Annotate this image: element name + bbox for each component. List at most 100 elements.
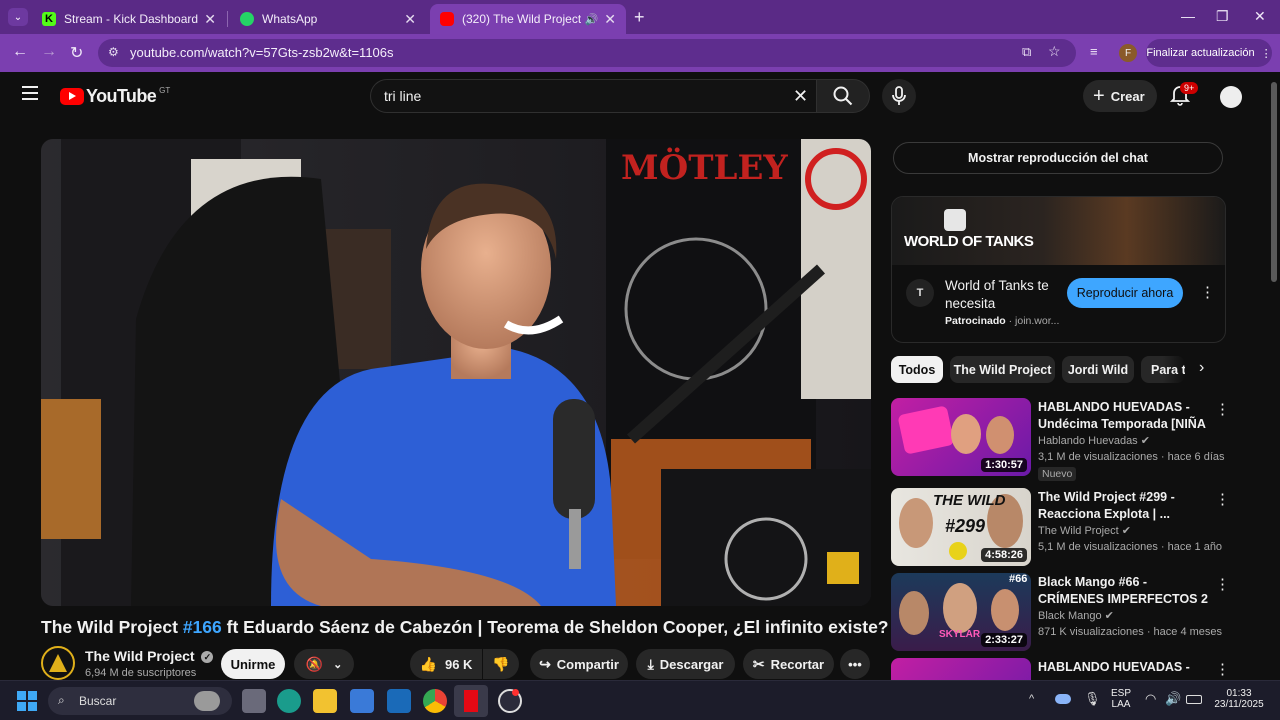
file-explorer-icon[interactable] xyxy=(313,689,337,713)
channel-name[interactable]: Black Mango ✔ xyxy=(1038,609,1114,622)
channel-name[interactable]: The Wild Project ✔ xyxy=(1038,524,1131,537)
join-button[interactable]: Unirme xyxy=(221,649,285,679)
tab-whatsapp[interactable]: WhatsApp ✕ xyxy=(230,4,426,34)
scrollbar-thumb[interactable] xyxy=(1271,82,1277,282)
video-title[interactable]: The Wild Project #299 - Reacciona Explot… xyxy=(1038,489,1208,522)
channel-name-text: Black Mango xyxy=(1038,610,1102,622)
back-icon[interactable]: ← xyxy=(12,43,28,61)
reload-icon[interactable]: ↻ xyxy=(70,43,83,63)
tab-youtube[interactable]: (320) The Wild Project #166 🔊 ✕ xyxy=(430,4,626,34)
close-tab-icon[interactable]: ✕ xyxy=(604,11,616,28)
close-window-icon[interactable]: ✕ xyxy=(1254,8,1266,25)
channel-name[interactable]: The Wild Project ✓ xyxy=(85,648,214,664)
video-thumbnail[interactable]: #66 SKYLAR 2:33:27 xyxy=(891,573,1031,651)
more-vert-icon[interactable]: ⋮ xyxy=(1215,660,1226,678)
menu-icon[interactable] xyxy=(22,86,38,100)
list-item[interactable]: HABLANDO HUEVADAS - ⋮ xyxy=(891,658,1226,680)
title-hashtag-link[interactable]: #166 xyxy=(183,617,222,637)
chip-todos[interactable]: Todos xyxy=(891,356,943,383)
url-text: youtube.com/watch?v=57Gts-zsb2w&t=1106s xyxy=(130,45,394,60)
profile-avatar[interactable]: F xyxy=(1119,44,1137,62)
video-player[interactable]: MÖTLEY xyxy=(41,139,871,606)
search-button[interactable] xyxy=(816,79,870,113)
chip-para-ti[interactable]: Para ti xyxy=(1141,356,1185,383)
battery-icon[interactable] xyxy=(1186,695,1202,704)
volume-icon[interactable]: 🔊 xyxy=(1165,691,1181,707)
chip-the-wild-project[interactable]: The Wild Project xyxy=(950,356,1055,383)
list-item[interactable]: 1:30:57 HABLANDO HUEVADAS - Undécima Tem… xyxy=(891,398,1230,481)
outlook-icon[interactable] xyxy=(387,689,411,713)
page-scrollbar[interactable] xyxy=(1268,72,1280,680)
new-tab-button[interactable]: + xyxy=(634,7,645,28)
forward-icon[interactable]: → xyxy=(41,43,57,61)
ad-cta-button[interactable]: Reproducir ahora xyxy=(1067,278,1183,308)
edge-icon[interactable] xyxy=(277,689,301,713)
dislike-button[interactable]: 👎 xyxy=(483,649,519,679)
voice-search-button[interactable] xyxy=(882,79,916,113)
video-title[interactable]: Black Mango #66 - CRÍMENES IMPERFECTOS 2… xyxy=(1038,574,1208,608)
address-bar[interactable]: ⚙ youtube.com/watch?v=57Gts-zsb2w&t=1106… xyxy=(98,39,1076,67)
onedrive-icon[interactable] xyxy=(1055,694,1071,704)
task-view-icon[interactable] xyxy=(242,689,266,713)
close-tab-icon[interactable]: ✕ xyxy=(404,11,416,28)
subscribed-notifications-button[interactable]: 🔕 ⌄ xyxy=(294,649,354,679)
download-icon: ⤓ xyxy=(647,655,654,672)
channel-avatar[interactable] xyxy=(41,646,75,680)
tab-search-button[interactable]: ⌄ xyxy=(8,8,28,26)
download-button[interactable]: ⤓ Descargar xyxy=(636,649,735,679)
chip-jordi-wild[interactable]: Jordi Wild xyxy=(1062,356,1134,383)
youtube-logo[interactable]: YouTube GT xyxy=(60,86,170,107)
video-thumbnail[interactable]: 1:30:57 xyxy=(891,398,1031,476)
channel-name[interactable]: Hablando Huevadas ✔ xyxy=(1038,434,1150,447)
like-button[interactable]: 👍 96 K xyxy=(410,649,482,679)
reading-list-icon[interactable]: ≡ xyxy=(1090,44,1098,59)
language-indicator[interactable]: ESP LAA xyxy=(1107,688,1135,710)
show-chat-replay-button[interactable]: Mostrar reproducción del chat xyxy=(893,142,1223,174)
sponsored-ad-card[interactable]: WORLD OF TANKS T World of Tanks te neces… xyxy=(891,196,1226,343)
show-hidden-icons[interactable]: ^ xyxy=(1029,693,1034,705)
more-menu-icon[interactable]: ⋮ xyxy=(1261,47,1272,60)
close-tab-icon[interactable]: ✕ xyxy=(204,11,216,28)
video-duration: 1:30:57 xyxy=(981,458,1027,472)
video-frame-image: MÖTLEY xyxy=(41,139,871,606)
video-thumbnail[interactable]: THE WILD #299 4:58:26 xyxy=(891,488,1031,566)
windows-start-icon[interactable] xyxy=(17,691,37,711)
restore-icon[interactable]: ❐ xyxy=(1216,8,1229,25)
list-item[interactable]: #66 SKYLAR 2:33:27 Black Mango #66 - CRÍ… xyxy=(891,573,1230,653)
taskbar-search-input[interactable]: ⌕ Buscar xyxy=(48,687,232,715)
list-item[interactable]: THE WILD #299 4:58:26 The Wild Project #… xyxy=(891,488,1230,568)
chrome-icon[interactable] xyxy=(423,689,447,713)
tab-label: (320) The Wild Project #166 xyxy=(462,12,581,26)
finish-update-button[interactable]: Finalizar actualización ⋮ xyxy=(1146,39,1272,67)
share-button[interactable]: ↪ Compartir xyxy=(530,649,628,679)
clear-search-icon[interactable]: ✕ xyxy=(793,86,808,107)
ad-menu-icon[interactable]: ⋮ xyxy=(1200,283,1215,301)
video-stats: 871 K visualizaciones · hace 4 meses xyxy=(1038,626,1223,638)
speaker-icon[interactable]: 🔊 xyxy=(585,13,599,26)
more-vert-icon[interactable]: ⋮ xyxy=(1215,400,1230,418)
wifi-icon[interactable]: ◠ xyxy=(1145,691,1156,707)
taskbar-active-app[interactable] xyxy=(454,685,488,717)
more-actions-button[interactable]: ••• xyxy=(840,649,870,679)
tab-kick[interactable]: K Stream - Kick Dashboard ✕ xyxy=(32,4,226,34)
microsoft-store-icon[interactable] xyxy=(350,689,374,713)
site-info-icon[interactable]: ⚙ xyxy=(108,45,119,59)
minimize-icon[interactable]: — xyxy=(1181,8,1195,24)
youtube-header: YouTube GT tri line ✕ + Crear 9+ xyxy=(0,72,1268,122)
video-title[interactable]: HABLANDO HUEVADAS - xyxy=(1038,659,1208,676)
account-avatar[interactable] xyxy=(1220,86,1242,108)
youtube-play-icon xyxy=(60,88,84,105)
notifications-button[interactable]: 9+ xyxy=(1169,82,1199,108)
clip-button[interactable]: ✂ Recortar xyxy=(743,649,834,679)
more-vert-icon[interactable]: ⋮ xyxy=(1215,575,1230,593)
bookmark-star-icon[interactable]: ☆ xyxy=(1048,43,1061,60)
video-thumbnail[interactable] xyxy=(891,658,1031,680)
video-title[interactable]: HABLANDO HUEVADAS - Undécima Temporada [… xyxy=(1038,399,1208,433)
clock[interactable]: 01:33 23/11/2025 xyxy=(1208,688,1270,710)
microphone-icon[interactable]: 🎙 xyxy=(1084,691,1101,707)
install-app-icon[interactable]: ⧉ xyxy=(1022,44,1031,60)
create-button[interactable]: + Crear xyxy=(1083,80,1157,112)
more-vert-icon[interactable]: ⋮ xyxy=(1215,490,1230,508)
chips-next-icon[interactable]: › xyxy=(1199,359,1204,377)
search-input[interactable]: tri line ✕ xyxy=(370,79,816,113)
